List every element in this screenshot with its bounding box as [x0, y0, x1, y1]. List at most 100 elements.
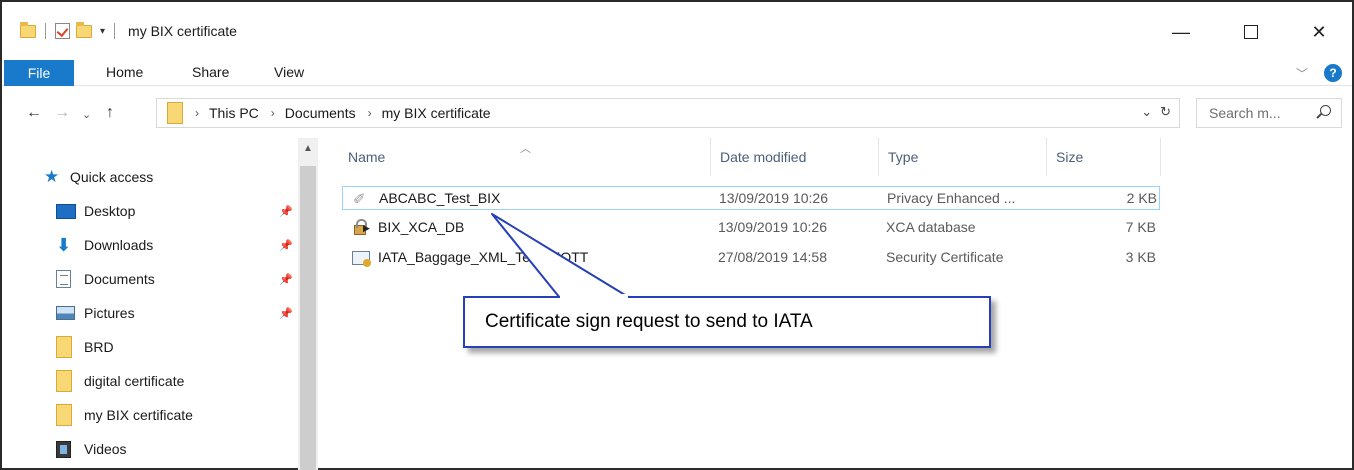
tab-file[interactable]: File [4, 60, 74, 86]
navigation-pane: ★ Quick access Desktop 📌 ⬇ Downloads 📌 D… [4, 138, 318, 470]
file-type: Privacy Enhanced ... [887, 190, 1016, 206]
sidebar-item-label: BRD [84, 339, 114, 355]
callout-box: Certificate sign request to send to IATA [463, 296, 991, 348]
recent-locations-icon[interactable]: ⌄ [82, 108, 91, 121]
sidebar-item-pictures[interactable]: Pictures 📌 [4, 298, 296, 328]
column-divider[interactable] [710, 138, 711, 176]
maximize-button[interactable] [1228, 14, 1274, 50]
sidebar-item-label: Downloads [84, 237, 154, 253]
tab-share[interactable]: Share [192, 64, 229, 80]
address-bar[interactable]: › This PC › Documents › my BIX certifica… [156, 98, 1180, 128]
certificate-request-icon: ✐ [353, 191, 366, 208]
folder-icon [56, 404, 72, 426]
scrollbar-thumb[interactable] [300, 166, 316, 470]
forward-arrow-icon[interactable]: → [54, 104, 70, 122]
file-date: 13/09/2019 10:26 [718, 219, 827, 235]
sidebar-item-digital-certificate[interactable]: digital certificate [4, 366, 296, 396]
lock-database-icon [354, 219, 370, 235]
ribbon: File Home Share View ﹀ ? [2, 60, 1352, 86]
breadcrumb-documents[interactable]: Documents [285, 105, 356, 121]
column-divider[interactable] [1160, 138, 1161, 176]
maximize-icon [1244, 25, 1258, 39]
callout-text: Certificate sign request to send to IATA [485, 311, 813, 332]
sidebar-item-label: Pictures [84, 305, 135, 321]
column-header-type[interactable]: Type [888, 138, 918, 176]
table-row[interactable]: ✐ ABCABC_Test_BIX 13/09/2019 10:26 Priva… [342, 186, 1160, 210]
sidebar-item-quick-access[interactable]: ★ Quick access [4, 162, 296, 192]
folder-icon[interactable] [20, 21, 36, 38]
refresh-icon[interactable]: ↻ [1160, 104, 1171, 120]
properties-icon[interactable] [55, 23, 70, 39]
sidebar-item-desktop[interactable]: Desktop 📌 [4, 196, 296, 226]
scroll-up-icon[interactable]: ▲ [303, 143, 313, 154]
chevron-right-icon[interactable]: › [195, 106, 199, 120]
file-size: 3 KB [1125, 249, 1156, 265]
navigation-bar: ← → ⌄ ↑ › This PC › Documents › my BIX c… [2, 86, 1352, 138]
sidebar-item-label: Quick access [70, 169, 154, 185]
file-size: 2 KB [1126, 190, 1157, 206]
file-type: Security Certificate [886, 249, 1004, 265]
title-bar: ▾ my BIX certificate — ✕ [2, 2, 1352, 60]
address-actions: ⌄ ↻ [1141, 104, 1171, 120]
window-title: my BIX certificate [128, 23, 237, 39]
column-divider[interactable] [1046, 138, 1047, 176]
table-row[interactable]: BIX_XCA_DB 13/09/2019 10:26 XCA database… [342, 216, 1160, 240]
sidebar-scrollbar[interactable]: ▲ [298, 138, 318, 470]
toolbar-separator [45, 23, 46, 39]
minimize-button[interactable]: — [1158, 14, 1204, 50]
search-icon[interactable] [1320, 105, 1331, 116]
toolbar-separator [114, 23, 116, 39]
table-row[interactable]: IATA_Baggage_XML_Test_MQTT 27/08/2019 14… [342, 246, 1160, 270]
pictures-icon [56, 306, 75, 320]
search-placeholder: Search m... [1209, 105, 1281, 121]
file-name: BIX_XCA_DB [378, 219, 465, 235]
pin-icon[interactable]: 📌 [279, 307, 293, 320]
security-certificate-icon [352, 251, 371, 267]
new-folder-icon[interactable] [76, 21, 92, 38]
documents-icon [56, 270, 71, 288]
column-header-size[interactable]: Size [1056, 138, 1083, 176]
chevron-right-icon[interactable]: › [368, 106, 372, 120]
chevron-down-icon[interactable]: ⌄ [1141, 104, 1152, 120]
column-header-name[interactable]: Name [348, 138, 385, 176]
sidebar-item-videos[interactable]: Videos [4, 434, 296, 464]
pin-icon[interactable]: 📌 [279, 273, 293, 286]
up-arrow-icon[interactable]: ↑ [106, 104, 114, 122]
file-type: XCA database [886, 219, 976, 235]
pin-icon[interactable]: 📌 [279, 205, 293, 218]
back-arrow-icon[interactable]: ← [26, 104, 42, 122]
customize-toolbar-icon[interactable]: ▾ [100, 26, 105, 37]
folder-icon [167, 102, 183, 124]
sidebar-item-downloads[interactable]: ⬇ Downloads 📌 [4, 230, 296, 260]
column-header-date-modified[interactable]: Date modified [720, 138, 806, 176]
sidebar-item-brd[interactable]: BRD [4, 332, 296, 362]
breadcrumb-current-folder[interactable]: my BIX certificate [382, 105, 491, 121]
sidebar-item-label: digital certificate [84, 373, 185, 389]
sidebar-item-documents[interactable]: Documents 📌 [4, 264, 296, 294]
file-date: 27/08/2019 14:58 [718, 249, 827, 265]
breadcrumb-this-pc[interactable]: This PC [209, 105, 259, 121]
chevron-right-icon[interactable]: › [271, 106, 275, 120]
help-icon[interactable]: ? [1324, 64, 1342, 82]
sidebar-item-label: Desktop [84, 203, 136, 219]
file-name: IATA_Baggage_XML_Test_MQTT [378, 249, 589, 265]
file-name: ABCABC_Test_BIX [379, 190, 501, 206]
folder-icon [56, 370, 72, 392]
search-input[interactable]: Search m... [1196, 98, 1342, 128]
file-date: 13/09/2019 10:26 [719, 190, 828, 206]
pin-icon[interactable]: 📌 [279, 239, 293, 252]
folder-icon [56, 336, 72, 358]
column-divider[interactable] [878, 138, 879, 176]
desktop-icon [56, 203, 76, 219]
explorer-window: ▾ my BIX certificate — ✕ File Home Share… [0, 0, 1354, 470]
chevron-down-icon[interactable]: ﹀ [1296, 65, 1308, 82]
videos-icon [56, 440, 71, 458]
sidebar-item-label: my BIX certificate [84, 407, 193, 423]
file-size: 7 KB [1125, 219, 1156, 235]
sidebar-item-my-bix-certificate[interactable]: my BIX certificate [4, 400, 296, 430]
tab-view[interactable]: View [274, 64, 304, 80]
downloads-icon: ⬇ [56, 235, 72, 255]
tab-home[interactable]: Home [106, 64, 143, 80]
close-button[interactable]: ✕ [1296, 14, 1342, 50]
sort-ascending-icon: ︿ [520, 143, 531, 155]
